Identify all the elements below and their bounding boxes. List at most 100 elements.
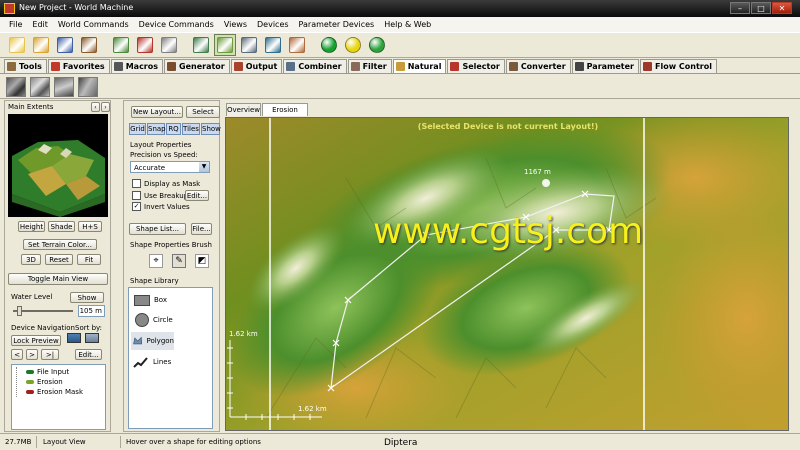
water-level-slider[interactable] — [13, 306, 73, 316]
rq-toggle[interactable]: RQ — [166, 123, 181, 135]
tab-label: Filter — [362, 62, 387, 71]
height-view-button[interactable]: Height — [18, 221, 45, 232]
snap-toggle[interactable]: Snap — [147, 123, 166, 135]
shade-view-button[interactable]: Shade — [48, 221, 75, 232]
menu-views[interactable]: Views — [219, 20, 252, 29]
shape-box[interactable]: Box — [131, 292, 210, 308]
layout-view-button[interactable] — [214, 34, 236, 56]
tab-erosion-mask[interactable]: Erosion Mask — [262, 103, 308, 126]
eyedropper-icon[interactable]: ⌖ — [149, 254, 163, 268]
nav-back-button[interactable]: < — [11, 349, 23, 360]
close-button[interactable]: ✕ — [772, 2, 792, 14]
save-button[interactable] — [54, 34, 76, 56]
random-seed-button[interactable] — [158, 34, 180, 56]
tab-generator[interactable]: Generator — [164, 59, 230, 73]
new-layout-button[interactable]: New Layout... — [131, 106, 183, 118]
set-terrain-color-button[interactable]: Set Terrain Color... — [23, 239, 97, 250]
coastal-erosion-icon[interactable] — [78, 77, 98, 97]
sort-by-type-icon[interactable] — [67, 333, 81, 343]
build-pause-button[interactable] — [342, 34, 364, 56]
tree-item-erosion[interactable]: Erosion — [26, 378, 63, 386]
new-project-button[interactable] — [6, 34, 28, 56]
menu-parameter-devices[interactable]: Parameter Devices — [294, 20, 380, 29]
display-as-mask-checkbox[interactable]: Display as Mask — [132, 179, 200, 188]
tab-parameter[interactable]: Parameter — [571, 59, 640, 73]
shape-list-button[interactable]: Shape List... — [129, 223, 186, 235]
tree-item-file-input[interactable]: File Input — [26, 368, 69, 376]
tab-converter[interactable]: Converter — [505, 59, 571, 73]
height-shade-view-button[interactable]: H+S — [78, 221, 102, 232]
nav-forward-button[interactable]: > — [26, 349, 38, 360]
minimize-button[interactable]: – — [730, 2, 750, 14]
tab-flow-control[interactable]: Flow Control — [640, 59, 717, 73]
sort-by-name-icon[interactable] — [85, 333, 99, 343]
menu-edit[interactable]: Edit — [27, 20, 53, 29]
water-show-button[interactable]: Show — [70, 292, 104, 303]
menu-world-commands[interactable]: World Commands — [53, 20, 134, 29]
invert-values-checkbox[interactable]: ✓ Invert Values — [132, 202, 190, 211]
device-view-button[interactable] — [190, 34, 212, 56]
tab-overview[interactable]: Overview — [226, 103, 261, 116]
build-terrain-button[interactable] — [110, 34, 132, 56]
extents-next-button[interactable]: › — [101, 102, 110, 112]
tab-tools[interactable]: Tools — [4, 59, 47, 73]
menu-file[interactable]: File — [4, 20, 27, 29]
chevron-down-icon[interactable]: ▼ — [199, 162, 209, 172]
shape-polygon[interactable]: Polygon — [131, 332, 174, 350]
cursor-elevation-label: 1167 m — [524, 168, 551, 176]
terrain-map — [226, 118, 788, 430]
natural-icon — [395, 62, 405, 71]
tab-combiner[interactable]: Combiner — [283, 59, 347, 73]
tiles-toggle[interactable]: Tiles — [182, 123, 200, 135]
texture-view-icon — [289, 37, 305, 53]
grid-toggle[interactable]: Grid — [129, 123, 146, 135]
precision-select[interactable]: Accurate ▼ — [130, 161, 210, 173]
layout-view-icon — [217, 37, 233, 53]
tab-favorites[interactable]: Favorites — [47, 59, 110, 73]
navigation-edit-button[interactable]: Edit... — [75, 349, 102, 360]
build-go-button[interactable] — [318, 34, 340, 56]
fill-icon[interactable]: ◩ — [195, 254, 209, 268]
terrain-preview[interactable] — [8, 114, 108, 217]
settings-hand-button[interactable] — [78, 34, 100, 56]
menu-device-commands[interactable]: Device Commands — [134, 20, 219, 29]
save-icon — [57, 37, 73, 53]
lock-preview-button[interactable]: Lock Preview — [11, 335, 61, 346]
water-level-thumb[interactable] — [16, 306, 22, 316]
fit-view-button[interactable]: Fit — [77, 254, 101, 265]
thermal-weathering-icon[interactable] — [30, 77, 50, 97]
breakup-edit-button[interactable]: Edit... — [185, 190, 209, 201]
water-level-value[interactable]: 105 m — [78, 305, 105, 317]
brush-icon[interactable]: ✎ — [172, 254, 186, 268]
shape-lines[interactable]: Lines — [131, 354, 210, 370]
menu-help-web[interactable]: Help & Web — [379, 20, 436, 29]
tab-filter[interactable]: Filter — [347, 59, 392, 73]
explorer-view-button[interactable] — [238, 34, 260, 56]
layout-viewport[interactable]: (Selected Device is not current Layout!)… — [225, 117, 789, 431]
export-button[interactable] — [134, 34, 156, 56]
render-view-button[interactable] — [262, 34, 284, 56]
tab-natural[interactable]: Natural — [392, 59, 447, 73]
maximize-button[interactable]: □ — [751, 2, 771, 14]
snowfall-icon[interactable] — [54, 77, 74, 97]
nav-last-button[interactable]: >| — [41, 349, 59, 360]
tree-item-erosion-mask[interactable]: Erosion Mask — [26, 388, 83, 396]
erosion-device-icon[interactable] — [6, 77, 26, 97]
file-button[interactable]: File... — [191, 223, 212, 235]
tab-macros[interactable]: Macros — [110, 59, 164, 73]
tab-output[interactable]: Output — [230, 59, 283, 73]
reset-view-button[interactable]: Reset — [45, 254, 73, 265]
texture-view-button[interactable] — [286, 34, 308, 56]
3d-view-button[interactable]: 3D — [21, 254, 41, 265]
menu-devices[interactable]: Devices — [252, 20, 294, 29]
show-toggle[interactable]: Show — [201, 123, 221, 135]
use-breakup-checkbox[interactable]: Use Breakup — [132, 191, 188, 200]
select-button[interactable]: Select — [186, 106, 220, 118]
extents-prev-button[interactable]: ‹ — [91, 102, 100, 112]
tab-selector[interactable]: Selector — [447, 59, 505, 73]
build-random-button[interactable] — [366, 34, 388, 56]
macros-icon — [113, 62, 123, 71]
open-folder-button[interactable] — [30, 34, 52, 56]
shape-circle[interactable]: Circle — [131, 312, 210, 328]
toggle-main-view-button[interactable]: Toggle Main View — [8, 273, 108, 285]
